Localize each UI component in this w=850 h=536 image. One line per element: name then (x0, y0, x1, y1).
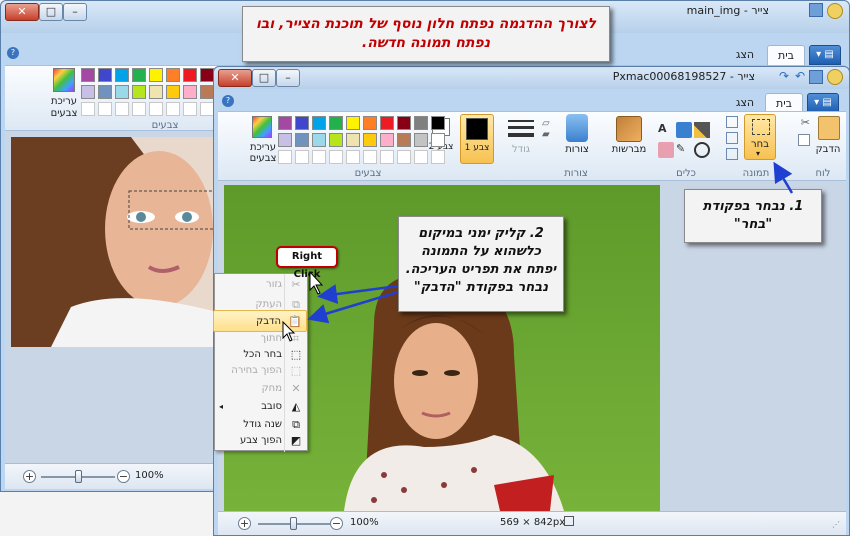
mouse-cursor-icon (282, 320, 296, 342)
annotation-arrows (282, 161, 794, 342)
arrow-step1 (773, 161, 794, 194)
mouse-cursor-icon (309, 270, 324, 295)
